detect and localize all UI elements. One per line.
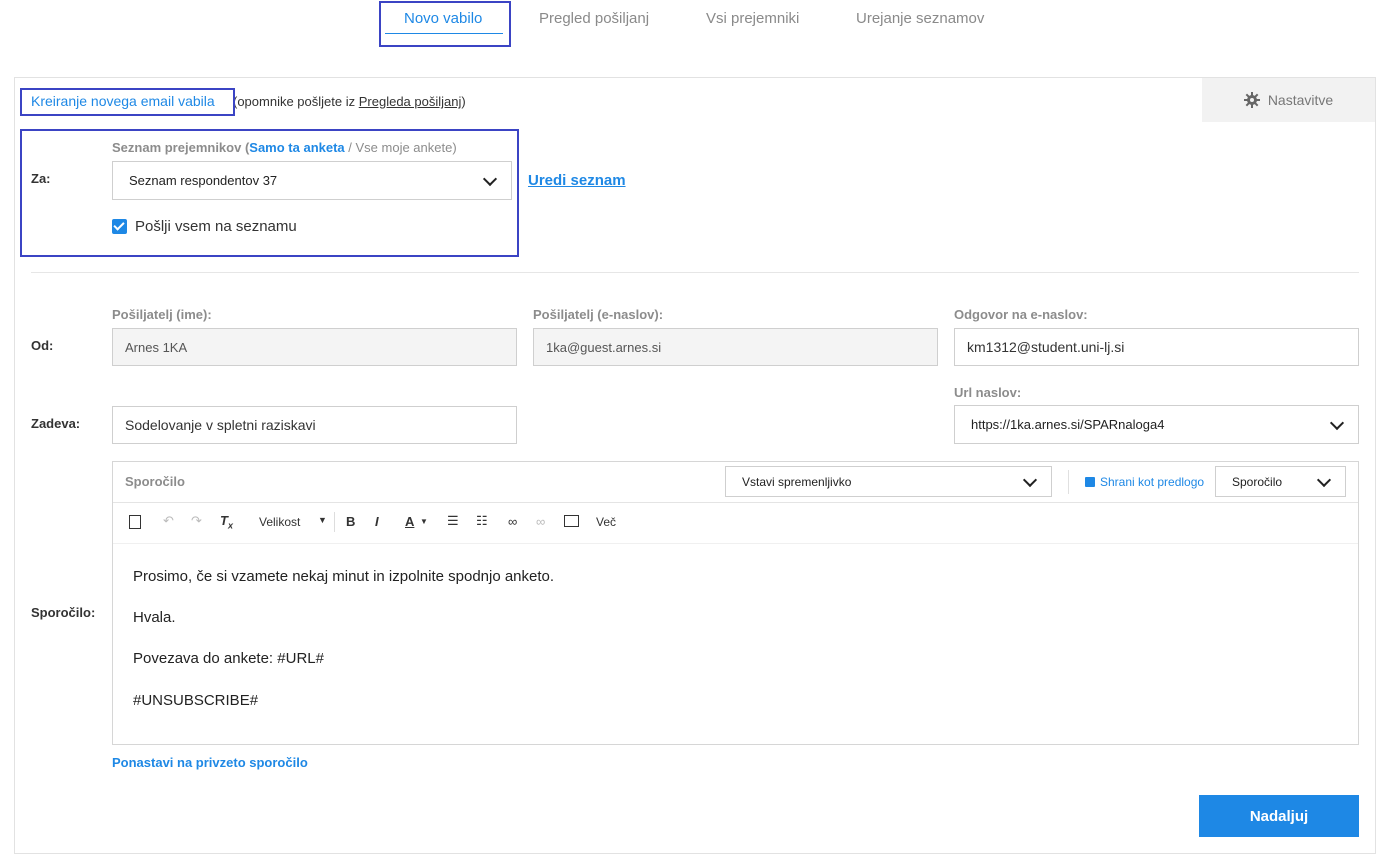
reply-to-label: Odgovor na e-naslov: bbox=[954, 307, 1088, 322]
chevron-down-icon bbox=[1329, 415, 1345, 430]
source-icon[interactable] bbox=[129, 515, 141, 529]
top-tabs: Novo vabilo Pregled pošiljanj Vsi prejem… bbox=[0, 0, 1380, 60]
chevron-down-icon bbox=[1022, 472, 1038, 487]
section-divider bbox=[31, 272, 1359, 273]
continue-button[interactable]: Nadaljuj bbox=[1199, 795, 1359, 837]
image-icon[interactable] bbox=[564, 515, 579, 527]
this-survey-option[interactable]: Samo ta anketa bbox=[249, 140, 344, 155]
message-label: Sporočilo: bbox=[31, 605, 96, 620]
unlink-icon[interactable]: ∞ bbox=[536, 514, 545, 529]
recipient-list-label-prefix: Seznam prejemnikov ( bbox=[112, 140, 250, 155]
subject-label: Zadeva: bbox=[31, 416, 81, 431]
bullet-list-icon[interactable]: ☷ bbox=[476, 513, 488, 529]
clear-format-icon[interactable]: Tx bbox=[220, 513, 233, 531]
message-line-4[interactable]: #UNSUBSCRIBE# bbox=[133, 692, 258, 709]
sender-name-input[interactable]: Arnes 1KA bbox=[112, 328, 517, 366]
numbered-list-icon[interactable]: ☰ bbox=[447, 513, 459, 529]
toolbar-separator bbox=[334, 512, 335, 532]
caret-down-icon: ▼ bbox=[420, 517, 428, 526]
all-surveys-option[interactable]: Vse moje ankete bbox=[356, 140, 453, 155]
url-selected: https://1ka.arnes.si/SPARnaloga4 bbox=[971, 417, 1165, 432]
recipient-list-label-sep: / bbox=[344, 140, 356, 155]
recipient-list-selected: Seznam respondentov 37 bbox=[129, 173, 278, 188]
tab-new-invitation[interactable]: Novo vabilo bbox=[404, 10, 482, 27]
url-label: Url naslov: bbox=[954, 385, 1022, 400]
send-all-checkbox[interactable] bbox=[112, 219, 127, 234]
save-template-label: Shrani kot predlogo bbox=[1100, 475, 1205, 489]
caret-down-icon: ▼ bbox=[318, 515, 327, 525]
reply-to-input[interactable]: km1312@student.uni-lj.si bbox=[954, 328, 1359, 366]
url-select[interactable]: https://1ka.arnes.si/SPARnaloga4 bbox=[954, 405, 1359, 444]
sender-email-label: Pošiljatelj (e-naslov): bbox=[533, 307, 664, 322]
bold-icon[interactable]: B bbox=[346, 514, 355, 529]
sending-overview-link[interactable]: Pregleda pošiljanj bbox=[359, 94, 462, 109]
undo-icon[interactable]: ↶ bbox=[163, 513, 174, 529]
message-line-2[interactable]: Hvala. bbox=[133, 609, 176, 626]
template-selected: Sporočilo bbox=[1232, 474, 1283, 489]
reminder-hint-prefix: (opomnike pošljete iz bbox=[233, 94, 359, 109]
header-separator bbox=[1068, 470, 1069, 494]
send-all-label: Pošlji vsem na seznamu bbox=[135, 218, 297, 235]
insert-variable-select[interactable]: Vstavi spremenljivko bbox=[725, 466, 1052, 497]
link-icon[interactable]: ∞ bbox=[508, 514, 517, 529]
message-editor: Sporočilo Vstavi spremenljivko Shrani ko… bbox=[112, 461, 1359, 745]
editor-title: Sporočilo bbox=[125, 474, 185, 489]
recipient-list-label: Seznam prejemnikov (Samo ta anketa / Vse… bbox=[112, 140, 457, 155]
reminder-hint: (opomnike pošljete iz Pregleda pošiljanj… bbox=[233, 94, 466, 109]
create-invitation-link[interactable]: Kreiranje novega email vabila bbox=[31, 93, 215, 109]
more-button[interactable]: Več bbox=[596, 515, 616, 529]
settings-button[interactable]: Nastavitve bbox=[1202, 78, 1375, 122]
insert-variable-label: Vstavi spremenljivko bbox=[742, 474, 852, 489]
reset-message-link[interactable]: Ponastavi na privzeto sporočilo bbox=[112, 755, 308, 770]
message-line-3[interactable]: Povezava do ankete: #URL# bbox=[133, 650, 324, 667]
redo-icon[interactable]: ↷ bbox=[191, 513, 202, 529]
save-template-button[interactable]: Shrani kot predlogo bbox=[1085, 475, 1204, 489]
tab-sending-overview[interactable]: Pregled pošiljanj bbox=[539, 10, 649, 27]
create-invitation-heading: Kreiranje novega email vabila bbox=[31, 93, 215, 109]
recipient-list-label-suffix: ) bbox=[452, 140, 457, 155]
reminder-hint-suffix: ) bbox=[461, 94, 466, 109]
sender-email-input[interactable]: 1ka@guest.arnes.si bbox=[533, 328, 938, 366]
to-label: Za: bbox=[31, 171, 51, 186]
text-color-icon[interactable]: A bbox=[405, 514, 414, 529]
tab-edit-lists[interactable]: Urejanje seznamov bbox=[856, 10, 984, 27]
from-label: Od: bbox=[31, 338, 54, 353]
tab-all-recipients[interactable]: Vsi prejemniki bbox=[706, 10, 799, 27]
gear-icon bbox=[1243, 92, 1260, 108]
chevron-down-icon bbox=[482, 171, 498, 186]
settings-label: Nastavitve bbox=[1267, 92, 1334, 108]
save-icon bbox=[1085, 477, 1095, 487]
edit-list-link[interactable]: Uredi seznam bbox=[528, 172, 626, 189]
active-tab-underline bbox=[385, 33, 503, 34]
template-select[interactable]: Sporočilo bbox=[1215, 466, 1346, 497]
recipient-list-select[interactable]: Seznam respondentov 37 bbox=[112, 161, 512, 200]
subject-input[interactable]: Sodelovanje v spletni raziskavi bbox=[112, 406, 517, 444]
sender-name-label: Pošiljatelj (ime): bbox=[112, 307, 212, 322]
font-size-select[interactable]: Velikost bbox=[259, 515, 300, 529]
chevron-down-icon bbox=[1316, 472, 1332, 487]
italic-icon[interactable]: I bbox=[375, 514, 379, 529]
message-line-1[interactable]: Prosimo, če si vzamete nekaj minut in iz… bbox=[133, 568, 554, 585]
